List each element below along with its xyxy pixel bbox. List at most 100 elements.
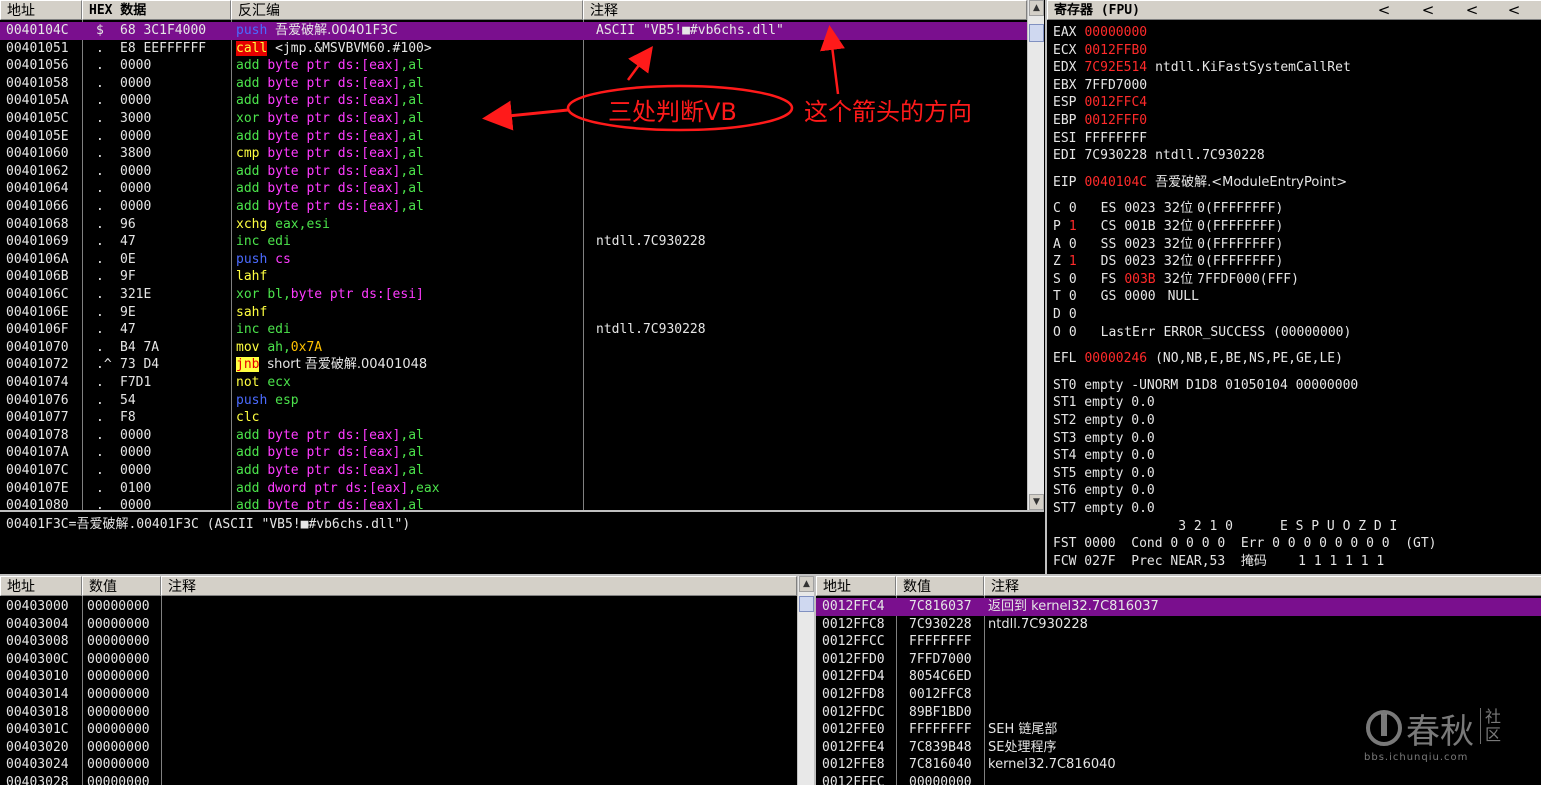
disasm-row[interactable]: 00401069. 47 inc edi ntdll.7C930228	[0, 233, 1027, 251]
register-esp[interactable]: ESP 0012FFC4	[1053, 94, 1155, 112]
flag-row[interactable]: D0	[1053, 306, 1121, 324]
dump-row[interactable]: 00403020 00000000	[0, 739, 797, 757]
fpu-control-row[interactable]: FCW 027F Prec NEAR,53 掩码 1 1 1 1 1 1	[1053, 553, 1384, 571]
disasm-row[interactable]: 00401078. 0000 add byte ptr ds:[eax],al	[0, 427, 1027, 445]
disasm-row[interactable]: 00401066. 0000 add byte ptr ds:[eax],al	[0, 198, 1027, 216]
dump-row[interactable]: 00403010 00000000	[0, 668, 797, 686]
stack-row[interactable]: 0012FFD4 8054C6ED	[816, 668, 1541, 686]
disasm-row[interactable]: 0040107A. 0000 add byte ptr ds:[eax],al	[0, 444, 1027, 462]
dump-col-value[interactable]: 数值	[82, 576, 161, 596]
fpu-register[interactable]: ST1 empty 0.0	[1053, 394, 1155, 412]
disasm-row[interactable]: 00401076. 54 push esp	[0, 392, 1027, 410]
register-ebp[interactable]: EBP 0012FFF0	[1053, 112, 1155, 130]
disasm-row[interactable]: 00401077. F8 clc	[0, 409, 1027, 427]
row-operand: ah,	[267, 339, 291, 355]
nav-left-icon[interactable]: <	[1369, 0, 1399, 20]
dump-row[interactable]: 00403018 00000000	[0, 704, 797, 722]
disasm-row[interactable]: 00401064. 0000 add byte ptr ds:[eax],al	[0, 180, 1027, 198]
disasm-row[interactable]: 0040106A. 0E push cs	[0, 251, 1027, 269]
dump-col-comment[interactable]: 注释	[161, 576, 797, 596]
dump-row[interactable]: 00403000 00000000	[0, 598, 797, 616]
disasm-row[interactable]: 0040106B. 9F lahf	[0, 268, 1027, 286]
flag-row[interactable]: C 0 ES 0023 32位 0(FFFFFFFF)	[1053, 200, 1283, 218]
registers-pane[interactable]: 寄存器 (FPU) < < < < EAX 00000000 ECX 0012FFB0…	[1045, 0, 1541, 574]
flag-row[interactable]: Z 1 DS 0023 32位 0(FFFFFFFF)	[1053, 253, 1283, 271]
reg-value: 0040104C	[1084, 174, 1148, 190]
disasm-row[interactable]: 0040107E. 0100 add dword ptr ds:[eax],eax	[0, 480, 1027, 498]
fpu-register[interactable]: ST2 empty 0.0	[1053, 412, 1155, 430]
dump-col-address[interactable]: 地址	[0, 576, 82, 596]
flag-row[interactable]: T 0 GS 0000 NULL	[1053, 288, 1199, 306]
stack-row[interactable]: 0012FFC4 7C816037 返回到 kernel32.7C816037	[816, 598, 1541, 616]
dump-row[interactable]: 00403028 00000000	[0, 774, 797, 785]
scroll-up-icon[interactable]: ▲	[1029, 0, 1044, 16]
register-eip[interactable]: EIP 0040104C 吾爱破解.<ModuleEntryPoint>	[1053, 174, 1347, 192]
disasm-row[interactable]: 00401056. 0000 add byte ptr ds:[eax],al	[0, 57, 1027, 75]
fpu-bits-header-row[interactable]: 3 2 1 0 E S P U O Z D I	[1053, 518, 1397, 536]
disasm-row[interactable]: 0040106E. 9E sahf	[0, 304, 1027, 322]
col-disasm-header[interactable]: 反汇编	[231, 0, 583, 20]
stack-pane[interactable]: 地址 数值 注释 0012FFC4 7C816037 返回到 kernel32.7C…	[814, 574, 1541, 785]
dump-row[interactable]: 0040300C 00000000	[0, 651, 797, 669]
col-address-header[interactable]: 地址	[0, 0, 82, 20]
nav-left-icon[interactable]: <	[1413, 0, 1443, 20]
fpu-register[interactable]: ST3 empty 0.0	[1053, 430, 1155, 448]
register-efl[interactable]: EFL 00000246 (NO,NB,E,BE,NS,PE,GE,LE)	[1053, 350, 1343, 368]
col-comment-header[interactable]: 注释	[583, 0, 1027, 20]
disasm-row[interactable]: 00401070. B4 7A mov ah,0x7A	[0, 339, 1027, 357]
disasm-row[interactable]: 00401080. 0000 add byte ptr ds:[eax],al	[0, 497, 1027, 510]
disasm-row[interactable]: 0040106C. 321E xor bl,byte ptr ds:[esi]	[0, 286, 1027, 304]
disasm-row[interactable]: 00401062. 0000 add byte ptr ds:[eax],al	[0, 163, 1027, 181]
disasm-row[interactable]: 00401060. 3800 cmp byte ptr ds:[eax],al	[0, 145, 1027, 163]
disasm-row[interactable]: 0040106F. 47 inc edi ntdll.7C930228	[0, 321, 1027, 339]
dump-scrollbar[interactable]: ▲	[797, 576, 814, 785]
dump-row[interactable]: 00403024 00000000	[0, 756, 797, 774]
disasm-row[interactable]: 0040104C $68 3C1F4000 push 吾爱破解.00401F3C AS…	[0, 22, 1027, 40]
stack-col-comment[interactable]: 注释	[984, 576, 1541, 596]
fpu-register[interactable]: ST4 empty 0.0	[1053, 447, 1155, 465]
nav-left-icon[interactable]: <	[1499, 0, 1529, 20]
disasm-row[interactable]: 00401051. E8 EEFFFFFF call <jmp.&MSVBVM60.…	[0, 40, 1027, 58]
register-edi[interactable]: EDI 7C930228 ntdll.7C930228	[1053, 147, 1265, 165]
stack-row[interactable]: 0012FFC8 7C930228 ntdll.7C930228	[816, 616, 1541, 634]
disasm-pane[interactable]: 地址 HEX 数据 反汇编 注释 0040104C $68 3C1F4000 pus…	[0, 0, 1044, 510]
stack-row[interactable]: 0012FFEC 00000000	[816, 774, 1541, 785]
stack-col-value[interactable]: 数值	[896, 576, 984, 596]
register-esi[interactable]: ESI FFFFFFFF	[1053, 130, 1155, 148]
register-ebx[interactable]: EBX 7FFD7000	[1053, 77, 1155, 95]
fpu-register[interactable]: ST7 empty 0.0	[1053, 500, 1155, 518]
dump-row[interactable]: 0040301C 00000000	[0, 721, 797, 739]
register-eax[interactable]: EAX 00000000	[1053, 24, 1155, 42]
col-hex-header[interactable]: HEX 数据	[82, 0, 231, 20]
stack-row[interactable]: 0012FFD8 0012FFC8	[816, 686, 1541, 704]
fpu-register[interactable]: ST0 empty -UNORM D1D8 01050104 00000000	[1053, 377, 1358, 395]
disasm-row[interactable]: 00401058. 0000 add byte ptr ds:[eax],al	[0, 75, 1027, 93]
disasm-scrollbar[interactable]: ▲ ▼	[1027, 0, 1044, 510]
flag-row[interactable]: O 0 LastErr ERROR_SUCCESS (00000000)	[1053, 324, 1363, 342]
scroll-down-icon[interactable]: ▼	[1029, 494, 1044, 510]
fpu-status-row[interactable]: FST 0000 Cond 0 0 0 0 Err 0 0 0 0 0 0 0 …	[1053, 535, 1437, 553]
disasm-row[interactable]: 00401068. 96 xchg eax,esi	[0, 216, 1027, 234]
scroll-thumb[interactable]	[799, 596, 814, 612]
scroll-thumb[interactable]	[1029, 24, 1044, 42]
flag-row[interactable]: S 0 FS 003B 32位 7FFDF000(FFF)	[1053, 271, 1299, 289]
dump-pane[interactable]: 地址 数值 注释 00403000 00000000 00403004 0000000…	[0, 574, 814, 785]
disasm-row[interactable]: 0040105E. 0000 add byte ptr ds:[eax],al	[0, 128, 1027, 146]
flag-row[interactable]: A 0 SS 0023 32位 0(FFFFFFFF)	[1053, 236, 1283, 254]
nav-left-icon[interactable]: <	[1457, 0, 1487, 20]
disasm-row[interactable]: 00401072 .^ 73 D4 jnb short 吾爱破解.00401048	[0, 356, 1027, 374]
fpu-register[interactable]: ST6 empty 0.0	[1053, 482, 1155, 500]
fpu-register[interactable]: ST5 empty 0.0	[1053, 465, 1155, 483]
disasm-row[interactable]: 00401074. F7D1 not ecx	[0, 374, 1027, 392]
stack-row[interactable]: 0012FFD0 7FFD7000	[816, 651, 1541, 669]
register-edx[interactable]: EDX 7C92E514 ntdll.KiFastSystemCallRet	[1053, 59, 1351, 77]
scroll-up-icon[interactable]: ▲	[799, 576, 814, 592]
stack-row[interactable]: 0012FFCC FFFFFFFF	[816, 633, 1541, 651]
dump-row[interactable]: 00403014 00000000	[0, 686, 797, 704]
flag-row[interactable]: P 1 CS 001B 32位 0(FFFFFFFF)	[1053, 218, 1283, 236]
disasm-row[interactable]: 0040107C. 0000 add byte ptr ds:[eax],al	[0, 462, 1027, 480]
register-ecx[interactable]: ECX 0012FFB0	[1053, 42, 1155, 60]
dump-row[interactable]: 00403008 00000000	[0, 633, 797, 651]
stack-col-address[interactable]: 地址	[816, 576, 896, 596]
dump-row[interactable]: 00403004 00000000	[0, 616, 797, 634]
